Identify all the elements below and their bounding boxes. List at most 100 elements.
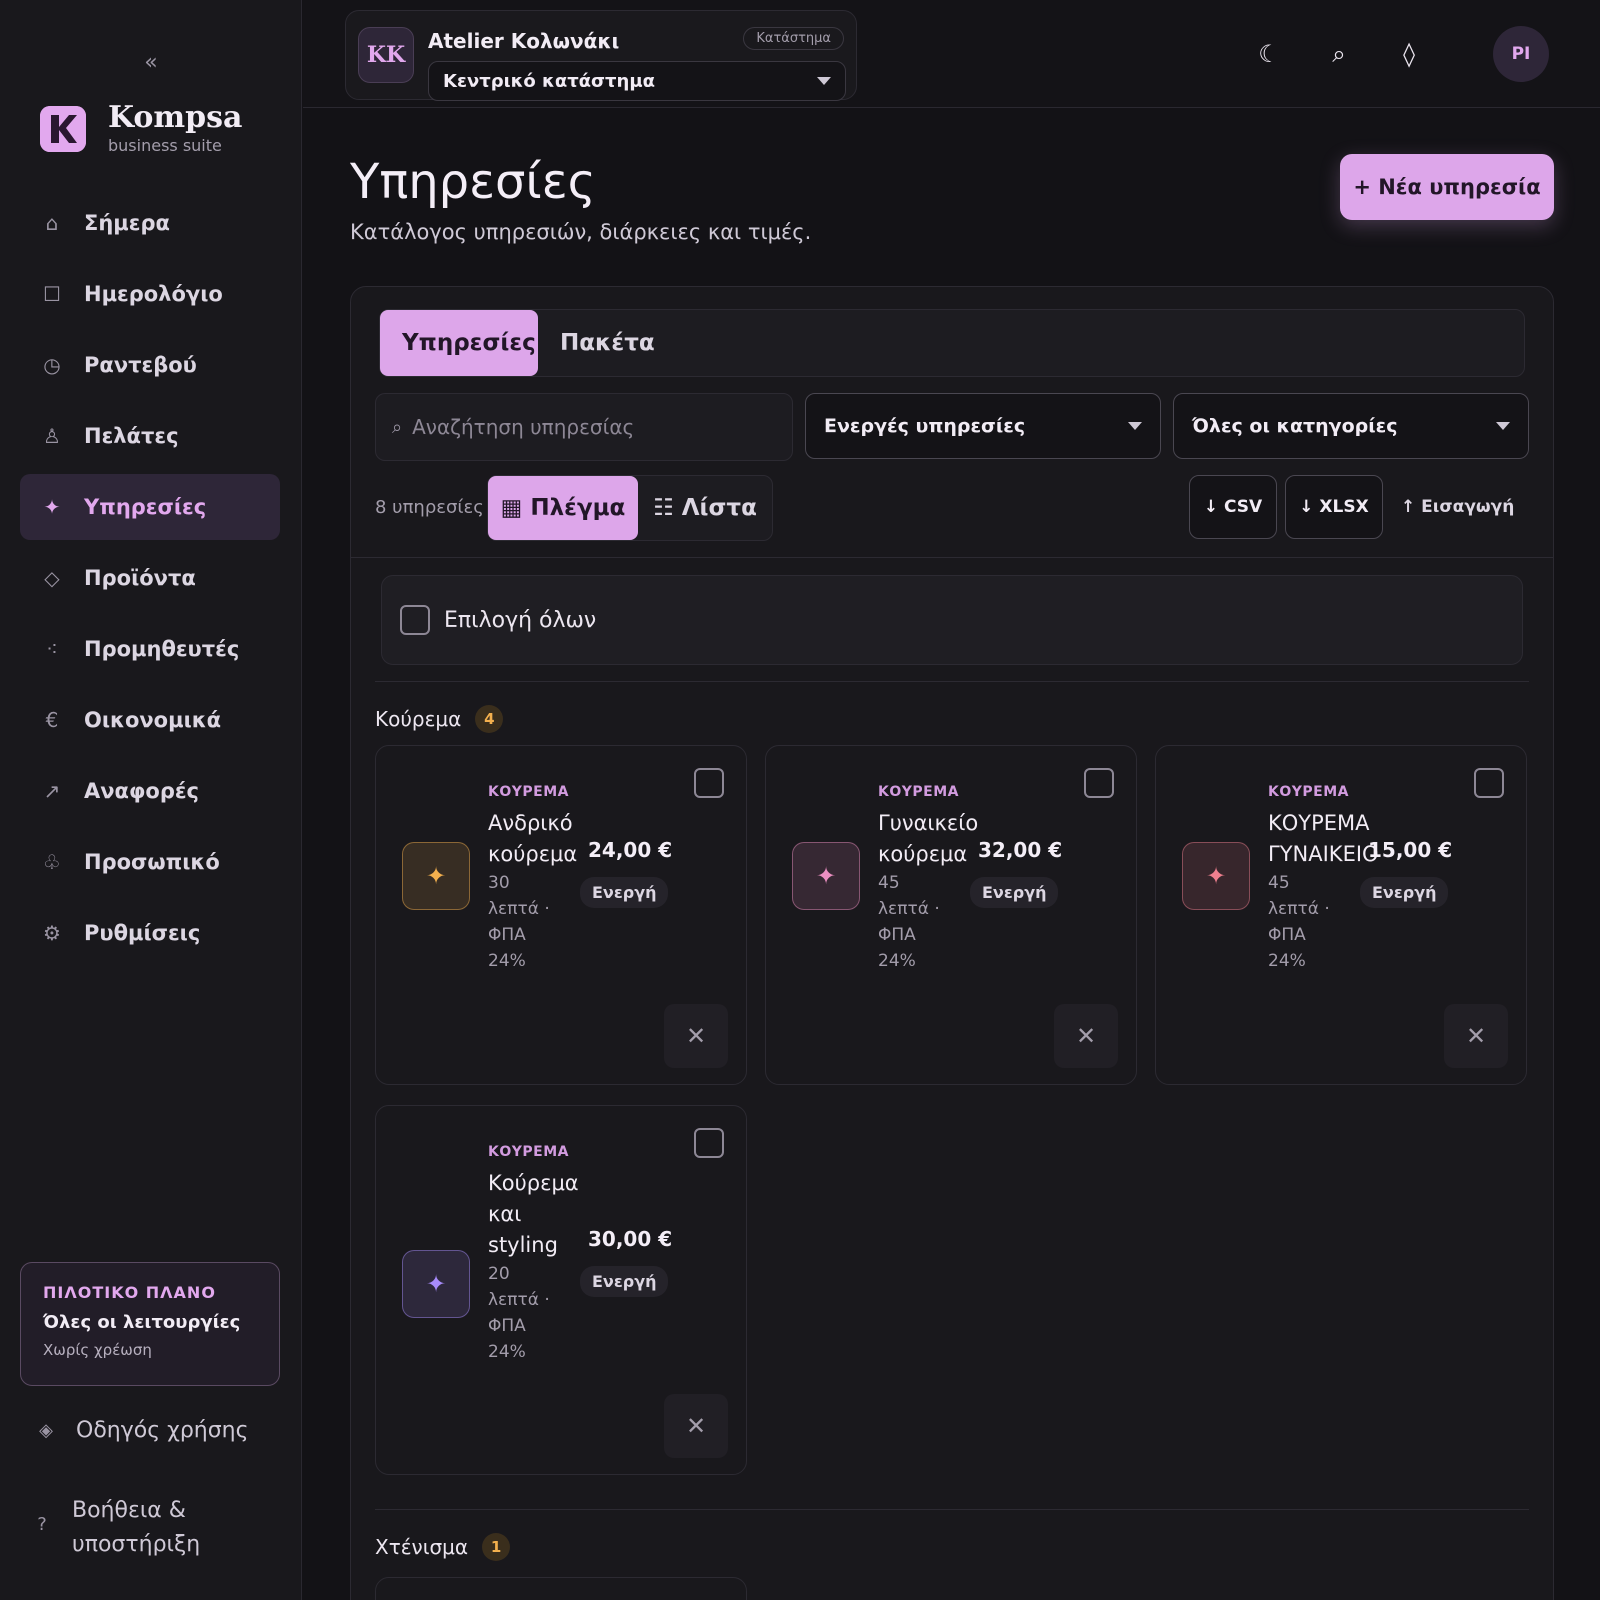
sidebar-item-clients[interactable]: ♙ Πελάτες (20, 403, 280, 469)
service-name: ΚΟΥΡΕΜΑ ΓΥΝΑΙΚΕΙΟ (1268, 811, 1379, 866)
export-csv-button[interactable]: ↓ CSV (1189, 475, 1277, 539)
chevron-down-icon (817, 77, 831, 85)
tab-packages[interactable]: Πακέτα (538, 310, 677, 376)
store-switcher[interactable]: KK Atelier Κολωνάκι Κατάστημα Κεντρικό κ… (345, 10, 857, 101)
user-avatar[interactable]: PI (1493, 26, 1549, 82)
service-price: 30,00 € (588, 1227, 673, 1251)
sparkle-icon: ✦ (1182, 842, 1250, 910)
service-meta: 20 λεπτά · ΦΠΑ 24% (488, 1264, 550, 1362)
service-card[interactable] (375, 1577, 747, 1600)
search-field[interactable]: ⌕ (375, 393, 793, 461)
service-meta: 45 λεπτά · ΦΠΑ 24% (1268, 873, 1330, 971)
select-all-row[interactable]: Επιλογή όλων (381, 575, 1523, 665)
services-count: 8 υπηρεσίες (375, 497, 484, 518)
service-card[interactable]: ✦ ΚΟΥΡΕΜΑ Κούρεμα και styling 30,00 € 20 λεπτά … (375, 1105, 747, 1475)
service-card[interactable]: ✦ ΚΟΥΡΕΜΑ ΚΟΥΡΕΜΑ ΓΥΝΑΙΚΕΙΟ 15,00 € 45 λεπτά ·… (1155, 745, 1527, 1085)
close-icon: ✕ (1465, 1022, 1487, 1050)
dots-icon: ⁖ (46, 637, 58, 661)
service-meta: 30 λεπτά · ΦΠΑ 24% (488, 873, 550, 971)
sidebar-item-label: Υπηρεσίες (84, 495, 207, 519)
sparkle-icon: ✦ (402, 842, 470, 910)
service-checkbox[interactable] (694, 1128, 724, 1158)
status-badge: Ενεργή (1360, 877, 1449, 908)
select-all-checkbox[interactable] (400, 605, 430, 635)
search-icon[interactable]: ⌕ (1319, 34, 1359, 74)
help-support-label: Βοήθεια & υποστήριξη (72, 1498, 201, 1557)
sidebar-item-suppliers[interactable]: ⁖ Προμηθευτές (20, 616, 280, 682)
diamond-icon[interactable]: ◊ (1389, 34, 1429, 74)
sidebar-item-reports[interactable]: ↗ Αναφορές (20, 758, 280, 824)
services-panel: Υπηρεσίες Πακέτα ⌕ Ενεργές υπηρεσίες Όλε… (350, 286, 1554, 1600)
branch-select[interactable]: Κεντρικό κατάστημα (428, 61, 846, 101)
group-count-badge: 4 (475, 705, 504, 733)
sidebar-item-finance[interactable]: € Οικονομικά (20, 687, 280, 753)
remove-service-button[interactable]: ✕ (1054, 1004, 1118, 1068)
divider (375, 1509, 1529, 1510)
sidebar-item-label: Ρυθμίσεις (84, 921, 201, 945)
grid-view-button[interactable]: ▦ Πλέγμα (488, 476, 638, 540)
brand-name: Kompsa (108, 100, 243, 135)
theme-toggle-moon-icon[interactable]: ☾ (1249, 34, 1289, 74)
status-filter-value: Ενεργές υπηρεσίες (824, 415, 1026, 437)
list-view-button[interactable]: ☷ Λίστα (638, 476, 772, 540)
service-name: Ανδρικό κούρεμα (488, 811, 578, 866)
service-card[interactable]: ✦ ΚΟΥΡΕΜΑ Ανδρικό κούρεμα 24,00 € 30 λεπτά · ΦΠ… (375, 745, 747, 1085)
user-guide-link[interactable]: ◈ Οδηγός χρήσης (34, 1414, 248, 1448)
kompsa-logo (40, 106, 86, 152)
store-type-badge: Κατάστημα (743, 27, 844, 50)
service-category: ΚΟΥΡΕΜΑ (488, 1144, 569, 1160)
sparkle-icon: ✦ (43, 495, 61, 519)
tabs: Υπηρεσίες Πακέτα (379, 309, 1525, 377)
status-badge: Ενεργή (580, 877, 669, 908)
guide-icon: ◈ (39, 1420, 53, 1441)
sidebar-item-staff[interactable]: ♧ Προσωπικό (20, 829, 280, 895)
store-avatar: KK (358, 27, 414, 83)
sparkle-icon: ✦ (792, 842, 860, 910)
sidebar-item-appointments[interactable]: ◷ Ραντεβού (20, 332, 280, 398)
plan-card[interactable]: ΠΙΛΟΤΙΚΟ ΠΛΑΝΟ Όλες οι λειτουργίες Χωρίς… (20, 1262, 280, 1386)
close-icon: ✕ (685, 1412, 707, 1440)
collapse-sidebar-button[interactable]: « (138, 50, 164, 76)
close-icon: ✕ (685, 1022, 707, 1050)
diamond-icon: ◇ (44, 566, 60, 590)
sidebar-item-label: Σήμερα (84, 211, 170, 235)
help-support-link[interactable]: ? Βοήθεια & υποστήριξη (30, 1494, 200, 1562)
page-subtitle: Κατάλογος υπηρεσιών, διάρκειες και τιμές… (350, 220, 812, 244)
chevron-down-icon (1128, 422, 1142, 430)
search-icon: ⌕ (392, 416, 403, 438)
status-filter-select[interactable]: Ενεργές υπηρεσίες (805, 393, 1161, 459)
remove-service-button[interactable]: ✕ (664, 1004, 728, 1068)
gear-icon: ⚙ (43, 921, 61, 945)
service-name: Γυναικείο κούρεμα (878, 811, 979, 866)
service-category: ΚΟΥΡΕΜΑ (878, 784, 959, 800)
export-xlsx-button[interactable]: ↓ XLSX (1285, 475, 1383, 539)
import-button[interactable]: ↑ Εισαγωγή (1401, 475, 1514, 539)
sidebar-item-settings[interactable]: ⚙ Ρυθμίσεις (20, 900, 280, 966)
service-checkbox[interactable] (1084, 768, 1114, 798)
sidebar-item-products[interactable]: ◇ Προϊόντα (20, 545, 280, 611)
search-input[interactable] (412, 415, 773, 439)
user-icon: ♙ (43, 424, 61, 448)
tab-services[interactable]: Υπηρεσίες (380, 310, 538, 376)
new-service-button[interactable]: + Νέα υπηρεσία (1340, 154, 1554, 220)
service-checkbox[interactable] (694, 768, 724, 798)
sidebar-item-services[interactable]: ✦ Υπηρεσίες (20, 474, 280, 540)
sidebar-item-label: Προμηθευτές (84, 637, 240, 661)
staff-icon: ♧ (43, 850, 61, 874)
status-badge: Ενεργή (970, 877, 1059, 908)
remove-service-button[interactable]: ✕ (1444, 1004, 1508, 1068)
sidebar-item-label: Ημερολόγιο (84, 282, 223, 306)
sidebar-item-calendar[interactable]: ☐ Ημερολόγιο (20, 261, 280, 327)
page-title: Υπηρεσίες (350, 154, 596, 210)
sidebar-item-today[interactable]: ⌂ Σήμερα (20, 190, 280, 256)
group-name: Κούρεμα (375, 707, 462, 731)
calendar-icon: ☐ (43, 282, 61, 306)
clock-icon: ◷ (43, 353, 61, 377)
brand-subtitle: business suite (108, 136, 222, 155)
service-card[interactable]: ✦ ΚΟΥΡΕΜΑ Γυναικείο κούρεμα 32,00 € 45 λεπτά ·… (765, 745, 1137, 1085)
service-checkbox[interactable] (1474, 768, 1504, 798)
sidebar: « Kompsa business suite ⌂ Σήμερα ☐ Ημερολόγ… (0, 0, 302, 1600)
remove-service-button[interactable]: ✕ (664, 1394, 728, 1458)
top-bar: KK Atelier Κολωνάκι Κατάστημα Κεντρικό κ… (303, 0, 1600, 108)
category-filter-select[interactable]: Όλες οι κατηγορίες (1173, 393, 1529, 459)
